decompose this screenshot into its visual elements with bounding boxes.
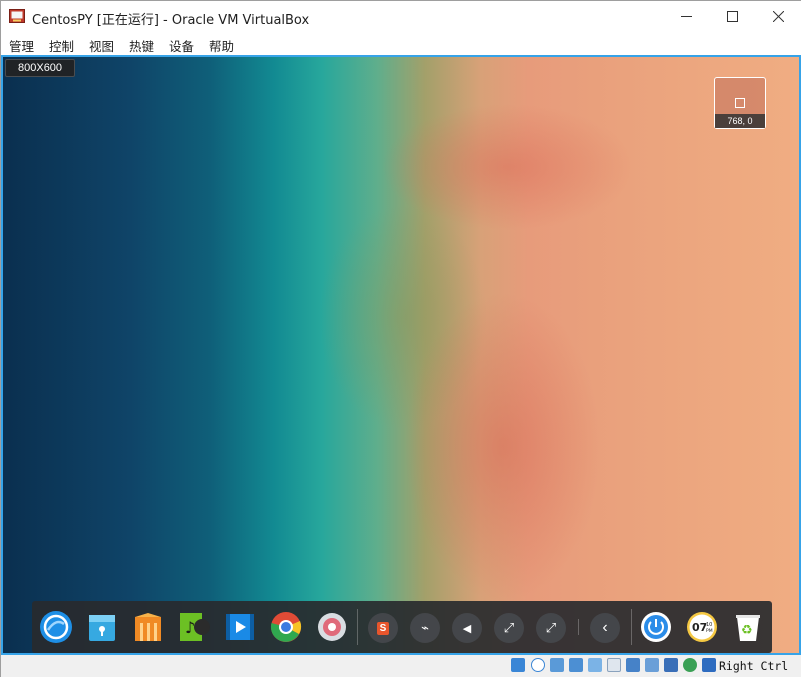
- menu-bar: 管理 控制 视图 热键 设备 帮助: [1, 32, 801, 55]
- window-title: CentosPY [正在运行] - Oracle VM VirtualBox: [32, 13, 310, 28]
- dock-separator: [357, 609, 358, 645]
- virtualization-icon[interactable]: [664, 658, 678, 672]
- vm-display[interactable]: 800X600 768, 0 ♪ S ⌁ ◀ ⤢ ⤢ ‹ 07 10 PM ♻: [1, 55, 801, 655]
- cursor-coordinates: 768, 0: [715, 114, 765, 128]
- movie-icon: [226, 614, 254, 640]
- store-icon: [135, 613, 161, 641]
- network-icon[interactable]: [569, 658, 583, 672]
- title-bar[interactable]: CentosPY [正在运行] - Oracle VM VirtualBox: [1, 1, 801, 32]
- tray-collapse[interactable]: ‹: [590, 613, 620, 643]
- dock-launcher[interactable]: [38, 609, 74, 645]
- clock-icon: 07 10 PM: [687, 612, 717, 642]
- menu-devices[interactable]: 设备: [169, 36, 194, 55]
- close-button[interactable]: [755, 1, 801, 32]
- volume-icon: ◀: [462, 622, 472, 635]
- tray-network-1[interactable]: ⤢: [494, 613, 524, 643]
- power-icon: [641, 612, 671, 642]
- maximize-button[interactable]: [709, 1, 755, 32]
- mouse-integration-icon[interactable]: [683, 658, 697, 672]
- folder-icon: [89, 615, 115, 641]
- hard-disk-icon[interactable]: [511, 658, 525, 672]
- svg-text:♻: ♻: [741, 623, 753, 638]
- music-icon: ♪: [180, 613, 210, 641]
- usb-icon[interactable]: [588, 658, 602, 672]
- resolution-badge: 800X600: [5, 59, 76, 77]
- screenshot-magnifier-preview: 768, 0: [714, 77, 766, 129]
- usb-icon: ⌁: [421, 620, 429, 635]
- dock-music[interactable]: ♪: [176, 609, 212, 645]
- shared-folders-icon[interactable]: [607, 658, 621, 672]
- optical-drive-icon[interactable]: [531, 658, 545, 672]
- trash-icon: ♻: [736, 615, 760, 641]
- tray-input-method[interactable]: S: [368, 613, 398, 643]
- dock-power[interactable]: [638, 609, 674, 645]
- dock-separator-2: [631, 609, 632, 645]
- clock-period: PM: [706, 628, 713, 634]
- display-icon[interactable]: [626, 658, 640, 672]
- video-capture-icon[interactable]: [645, 658, 659, 672]
- network-icon: ⤢: [503, 620, 515, 635]
- virtualbox-app-icon: [9, 9, 25, 23]
- dock-movie[interactable]: [222, 609, 258, 645]
- menu-machine[interactable]: 管理: [9, 36, 34, 55]
- tray-separator: [578, 619, 579, 635]
- svg-text:♪: ♪: [185, 618, 195, 637]
- audio-icon[interactable]: [550, 658, 564, 672]
- network-icon: ⤢: [545, 620, 557, 635]
- minimize-icon: [680, 16, 692, 17]
- maximize-icon: [726, 11, 738, 22]
- minimize-button[interactable]: [663, 1, 709, 32]
- dock-app-store[interactable]: [130, 609, 166, 645]
- deepin-dock: ♪ S ⌁ ◀ ⤢ ⤢ ‹ 07 10 PM ♻: [32, 601, 772, 653]
- dock-trash[interactable]: ♻: [730, 609, 766, 645]
- menu-control[interactable]: 控制: [49, 36, 74, 55]
- tray-usb[interactable]: ⌁: [410, 613, 440, 643]
- close-icon: [772, 11, 784, 22]
- tray-network-2[interactable]: ⤢: [536, 613, 566, 643]
- dock-settings[interactable]: [314, 609, 350, 645]
- status-bar: Right Ctrl: [1, 655, 801, 677]
- chrome-icon: [270, 612, 302, 642]
- deepin-launcher-icon: [40, 611, 72, 643]
- cursor-square: [735, 98, 745, 108]
- tray-sound[interactable]: ◀: [452, 613, 482, 643]
- arrow-down-icon[interactable]: [702, 658, 716, 672]
- dock-clock[interactable]: 07 10 PM: [684, 609, 720, 645]
- menu-help[interactable]: 帮助: [209, 36, 234, 55]
- settings-icon: [318, 613, 346, 641]
- dock-chrome[interactable]: [268, 609, 304, 645]
- input-method-icon: S: [376, 621, 390, 635]
- host-key-label: Right Ctrl: [719, 659, 789, 673]
- menu-hotkey[interactable]: 热键: [129, 36, 154, 55]
- virtualbox-window: CentosPY [正在运行] - Oracle VM VirtualBox 管…: [0, 0, 801, 677]
- chevron-left-icon: ‹: [602, 619, 608, 636]
- clock-minute: 10: [706, 622, 712, 628]
- menu-view[interactable]: 视图: [89, 36, 114, 55]
- dock-file-manager[interactable]: [84, 609, 120, 645]
